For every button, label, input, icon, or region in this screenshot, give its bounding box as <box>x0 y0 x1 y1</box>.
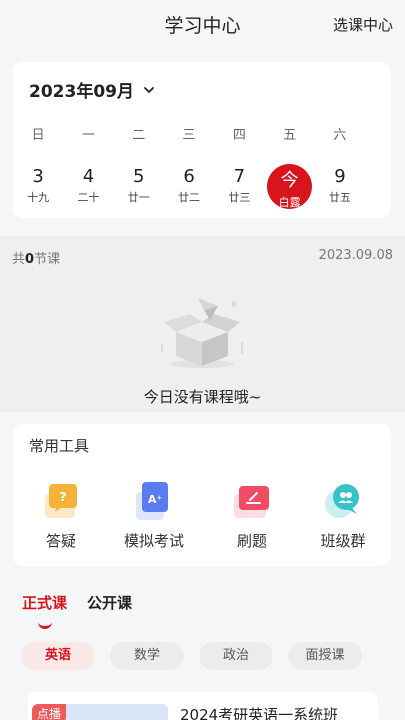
lunar-date: 二十 <box>77 191 100 204</box>
tools-title: 常用工具 <box>29 437 90 455</box>
weekday-header: 日 一 二 三 四 五 六 <box>13 124 391 143</box>
calendar-day[interactable]: 3 十九 <box>13 162 63 210</box>
day-number: 7 <box>233 166 246 187</box>
tool-mock-exam[interactable]: A⁺ 模拟考试 <box>109 478 199 551</box>
course-title: 2024考研英语一系统班 <box>180 706 339 720</box>
subject-pill-in-person[interactable]: 面授课 <box>288 642 362 670</box>
course-center-link[interactable]: 选课中心 <box>333 14 393 35</box>
calendar-day[interactable]: 4 二十 <box>63 162 113 210</box>
lunar-date: 十九 <box>27 191 50 204</box>
calendar-card: 2023年09月 日 一 二 三 四 五 六 3 十九 4 二十 5 廿一 6 … <box>13 62 391 218</box>
count-value: 0 <box>25 252 35 267</box>
calendar-day[interactable]: 5 廿一 <box>114 162 164 210</box>
weekday-label: 六 <box>333 128 347 143</box>
lunar-date: 廿一 <box>127 191 150 204</box>
tool-label: 模拟考试 <box>123 532 184 550</box>
tab-open-course[interactable]: 公开课 <box>87 592 132 613</box>
calendar-day[interactable]: 9 廿五 <box>315 162 365 210</box>
day-number: 6 <box>183 166 195 187</box>
weekday-label: 五 <box>283 128 297 143</box>
weekday-label: 三 <box>182 128 196 143</box>
schedule-date: 2023.09.08 <box>318 248 393 263</box>
lunar-date: 廿三 <box>228 191 251 204</box>
month-label: 2023年09月 <box>29 82 134 102</box>
lunar-date: 廿二 <box>178 191 201 204</box>
subject-pill-math[interactable]: 数学 <box>110 642 184 670</box>
schedule-section: 共0节课 2023.09.08 今日没有课程哦~ <box>0 236 405 412</box>
subject-pill-english[interactable]: 英语 <box>21 642 95 670</box>
subject-filter: 英语 数学 政治 面授课 <box>21 642 362 670</box>
calendar-day-today[interactable]: 今 白露 <box>264 162 314 210</box>
empty-state-text: 今日没有课程哦~ <box>143 388 262 406</box>
day-number: 9 <box>334 166 346 187</box>
tool-label: 刷题 <box>236 532 267 550</box>
tab-formal-course[interactable]: 正式课 <box>22 592 67 629</box>
mock-exam-icon: A⁺ <box>136 482 168 520</box>
date-row: 3 十九 4 二十 5 廿一 6 廿二 7 廿三 今 白露 9 廿五 <box>13 162 391 210</box>
app-header: 学习中心 选课中心 <box>0 0 405 48</box>
weekday-label: 二 <box>132 128 146 143</box>
course-type-tabs: 正式课 公开课 <box>22 592 132 629</box>
subject-pill-politics[interactable]: 政治 <box>199 642 273 670</box>
qa-icon: ? <box>45 484 77 518</box>
lunar-date: 白露 <box>278 196 301 209</box>
class-group-icon <box>325 484 359 518</box>
weekday-label: 一 <box>81 128 95 143</box>
tool-label: 班级群 <box>320 532 366 550</box>
day-number: 5 <box>133 166 145 187</box>
calendar-day[interactable]: 6 廿二 <box>164 162 214 210</box>
month-selector[interactable]: 2023年09月 <box>29 77 156 102</box>
calendar-day[interactable]: 7 廿三 <box>214 162 264 210</box>
tool-label: 答疑 <box>45 532 76 550</box>
practice-icon <box>234 486 269 518</box>
svg-text:A⁺: A⁺ <box>148 493 163 506</box>
course-card[interactable]: 点播 2024考研英语一系统班 <box>28 692 378 720</box>
lesson-count: 共0节课 <box>12 248 60 267</box>
empty-box-illustration <box>161 298 243 368</box>
day-number: 4 <box>82 166 95 187</box>
course-tag-badge: 点播 <box>32 704 67 720</box>
lunar-date: 廿五 <box>328 191 351 204</box>
tool-qa[interactable]: ? 答疑 <box>16 478 106 551</box>
day-number: 3 <box>32 166 44 187</box>
tool-practice[interactable]: 刷题 <box>207 478 297 551</box>
weekday-label: 四 <box>232 128 246 143</box>
tool-class-group[interactable]: 班级群 <box>298 478 388 551</box>
count-prefix: 共 <box>12 252 26 267</box>
svg-text:?: ? <box>60 490 67 504</box>
weekday-label: 日 <box>31 128 45 143</box>
count-suffix: 节课 <box>34 252 61 267</box>
day-number: 今 <box>280 170 299 191</box>
tools-card: 常用工具 ? 答疑 A⁺ 模拟考试 刷题 班级群 <box>13 424 391 566</box>
chevron-down-icon <box>144 86 154 93</box>
